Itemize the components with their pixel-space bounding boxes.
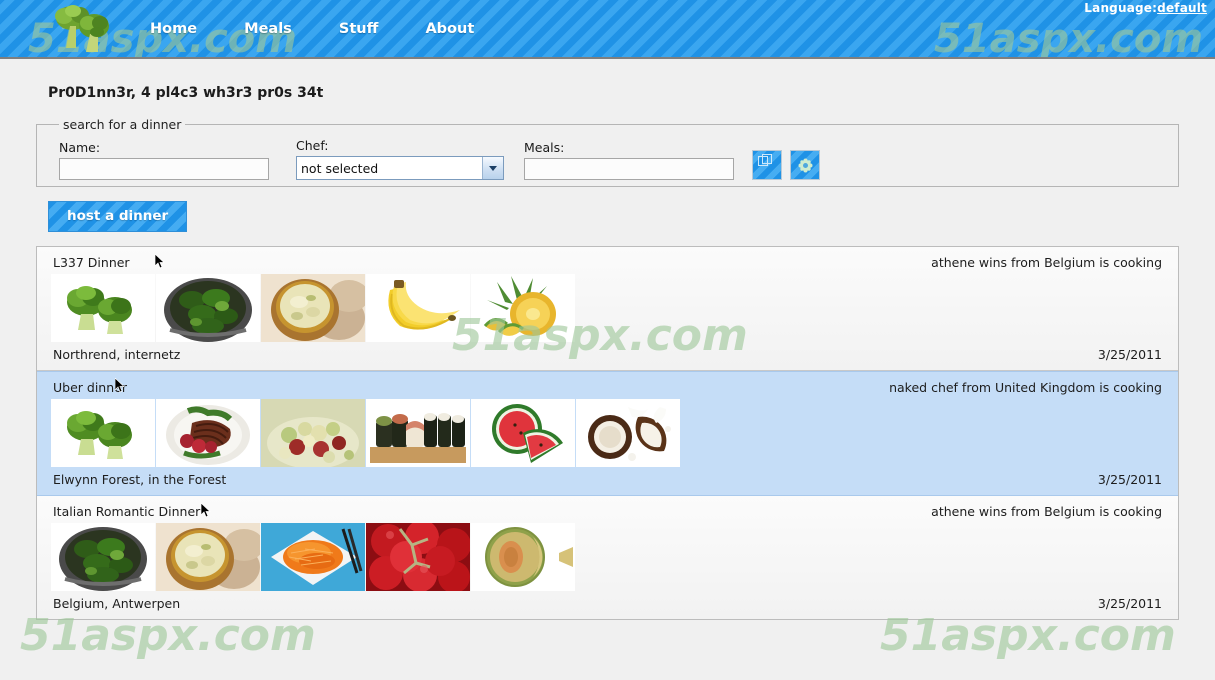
meal-thumb-fruit-salad[interactable] [261, 399, 365, 467]
chef-select-wrapper: not selected [296, 156, 504, 180]
meal-thumb-tomatoes[interactable] [366, 523, 470, 591]
language-label: Language: [1084, 1, 1158, 15]
name-field-group: Name: [59, 140, 269, 180]
page-root: 51aspx.com 51aspx.com Language:default H… [0, 0, 1215, 680]
dinner-title[interactable]: L337 Dinner [53, 255, 130, 270]
page-content: Pr0D1nn3r, 4 pl4c3 wh3r3 pr0s 34t search… [0, 59, 1215, 620]
dinner-list: L337 Dinner athene wins from Belgium is … [36, 246, 1179, 620]
dinner-location: Northrend, internetz [53, 347, 181, 362]
dinner-date: 3/25/2011 [1097, 472, 1162, 487]
broccoli-logo-icon [42, 2, 126, 54]
meal-thumb-coconut[interactable] [576, 399, 680, 467]
chef-field-group: Chef: not selected [296, 138, 504, 180]
meal-thumb-steak-plate[interactable] [156, 399, 260, 467]
dinner-header: Italian Romantic Dinner athene wins from… [51, 504, 1164, 523]
chef-select[interactable]: not selected [296, 156, 504, 180]
nav-item-meals[interactable]: Meals [244, 21, 292, 37]
dinner-date: 3/25/2011 [1097, 347, 1162, 362]
dinner-footer: Northrend, internetz 3/25/2011 [51, 342, 1164, 366]
meals-label: Meals: [524, 140, 565, 155]
watermark-header-right: 51aspx.com [934, 16, 1203, 59]
language-selector: Language:default [1084, 1, 1207, 15]
dinner-location: Belgium, Antwerpen [53, 596, 181, 611]
meal-thumb-broccoli-pot[interactable] [156, 274, 260, 342]
language-link[interactable]: default [1157, 1, 1207, 15]
meal-thumb-pineapple[interactable] [471, 274, 575, 342]
search-meals-input[interactable] [524, 158, 734, 180]
chef-label: Chef: [296, 138, 329, 153]
search-panel: search for a dinner Name: Chef: not sele… [36, 117, 1179, 187]
meals-field-group: Meals: [524, 140, 734, 180]
nav-item-about[interactable]: About [425, 21, 474, 37]
dinner-cook: naked chef from United Kingdom is cookin… [889, 380, 1162, 395]
dinner-header: Uber dinner naked chef from United Kingd… [51, 380, 1164, 399]
page-title: Pr0D1nn3r, 4 pl4c3 wh3r3 pr0s 34t [48, 85, 324, 101]
dinner-row[interactable]: Italian Romantic Dinner athene wins from… [37, 496, 1178, 619]
dinner-date: 3/25/2011 [1097, 596, 1162, 611]
meal-thumbnails [51, 274, 1164, 342]
meal-thumb-shredded-carrots[interactable] [261, 523, 365, 591]
meal-thumbnails [51, 399, 1164, 467]
meal-thumb-watermelon[interactable] [471, 399, 575, 467]
meal-thumb-bread-bowl-soup[interactable] [261, 274, 365, 342]
search-name-input[interactable] [59, 158, 269, 180]
copy-button[interactable] [752, 150, 782, 180]
dinner-cook: athene wins from Belgium is cooking [931, 255, 1162, 270]
meal-thumb-bananas[interactable] [366, 274, 470, 342]
name-label: Name: [59, 140, 101, 155]
search-fields: Name: Chef: not selected Meals: [47, 138, 1168, 180]
dinner-footer: Elwynn Forest, in the Forest 3/25/2011 [51, 467, 1164, 491]
meal-thumb-broccoli-pot[interactable] [51, 523, 155, 591]
nav-item-stuff[interactable]: Stuff [339, 21, 378, 37]
dinner-row[interactable]: L337 Dinner athene wins from Belgium is … [37, 247, 1178, 371]
site-header: 51aspx.com 51aspx.com Language:default H… [0, 0, 1215, 59]
search-panel-legend: search for a dinner [63, 117, 182, 132]
copy-icon [758, 154, 772, 166]
settings-button[interactable] [790, 150, 820, 180]
meal-thumb-bread-bowl-soup[interactable] [156, 523, 260, 591]
dinner-cook: athene wins from Belgium is cooking [931, 504, 1162, 519]
dinner-header: L337 Dinner athene wins from Belgium is … [51, 255, 1164, 274]
host-a-dinner-button[interactable]: host a dinner [48, 201, 188, 232]
gear-icon [799, 159, 811, 171]
meal-thumb-melon[interactable] [471, 523, 575, 591]
meal-thumb-broccoli[interactable] [51, 399, 155, 467]
meal-thumb-sushi[interactable] [366, 399, 470, 467]
meal-thumbnails [51, 523, 1164, 591]
dinner-row[interactable]: Uber dinner naked chef from United Kingd… [37, 371, 1178, 496]
nav-item-home[interactable]: Home [150, 21, 197, 37]
dinner-footer: Belgium, Antwerpen 3/25/2011 [51, 591, 1164, 615]
meal-thumb-broccoli[interactable] [51, 274, 155, 342]
dinner-title[interactable]: Uber dinner [53, 380, 127, 395]
dinner-location: Elwynn Forest, in the Forest [53, 472, 227, 487]
dinner-title[interactable]: Italian Romantic Dinner [53, 504, 200, 519]
main-nav: Home Meals Stuff About [150, 18, 516, 37]
